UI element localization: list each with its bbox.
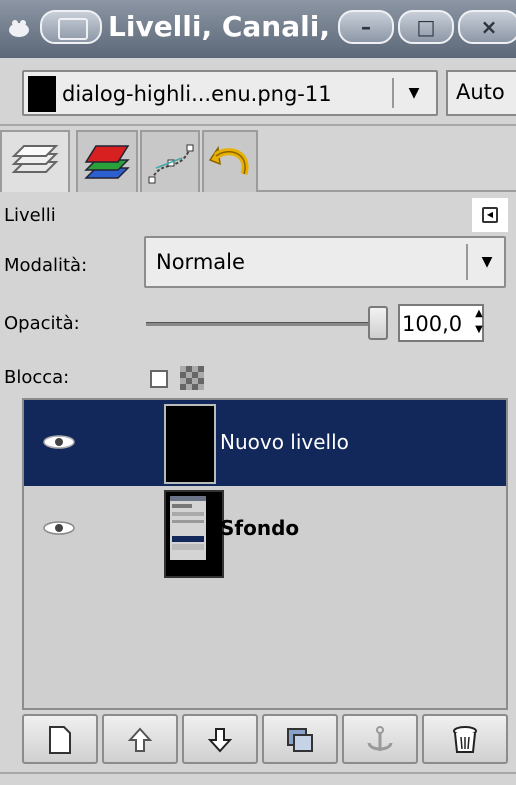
eye-icon[interactable] <box>42 434 76 450</box>
layer-name: Sfondo <box>220 516 300 540</box>
undo-history-icon <box>208 145 249 176</box>
mode-separator <box>466 244 468 280</box>
opacity-slider-track[interactable] <box>146 322 376 326</box>
arrow-up-icon <box>127 727 153 752</box>
layers-icon <box>11 145 59 173</box>
raise-layer-button[interactable] <box>102 714 178 764</box>
panel-title: Livelli <box>4 205 56 226</box>
layer-row[interactable]: Nuovo livello <box>24 400 506 486</box>
anchor-layer-button[interactable] <box>342 714 418 764</box>
channels-icon <box>84 145 130 179</box>
close-button[interactable]: × <box>458 10 516 44</box>
lower-layer-button[interactable] <box>182 714 258 764</box>
chevron-down-icon[interactable]: ▼ <box>398 78 430 108</box>
tab-channels[interactable] <box>76 130 138 192</box>
trash-icon <box>453 725 477 753</box>
opacity-slider-handle[interactable] <box>368 306 388 340</box>
image-selector-value: dialog-highli...enu.png-11 <box>62 82 332 106</box>
duplicate-icon <box>287 727 313 752</box>
window-titlebar: Livelli, Canali, T – □ × <box>0 0 516 58</box>
combo-separator <box>392 78 394 108</box>
lock-alpha-checkbox[interactable] <box>150 370 168 388</box>
window-title: Livelli, Canali, T <box>108 10 334 43</box>
divider <box>0 124 516 126</box>
arrow-down-icon <box>207 727 233 752</box>
panel-menu-button[interactable]: ◀ <box>472 198 508 232</box>
alpha-checker-icon <box>180 366 204 390</box>
spin-arrows-icon[interactable]: ▲ ▼ <box>474 306 484 340</box>
mode-label: Modalità: <box>4 255 88 276</box>
tab-layers[interactable] <box>0 130 70 192</box>
layer-thumbnail <box>164 490 224 578</box>
tab-undo[interactable] <box>202 130 258 192</box>
auto-button[interactable]: Auto <box>446 70 516 116</box>
duplicate-layer-button[interactable] <box>262 714 338 764</box>
tab-baseline <box>258 190 516 192</box>
tab-paths[interactable] <box>140 130 200 192</box>
image-swatch <box>28 76 56 112</box>
opacity-label: Opacità: <box>4 313 80 334</box>
paths-icon <box>148 144 194 184</box>
layer-row[interactable]: Sfondo <box>24 486 506 578</box>
layers-list[interactable]: Nuovo livello Sfondo <box>22 398 508 710</box>
opacity-value: 100,0 <box>402 312 463 336</box>
window-menu-button[interactable] <box>40 10 102 44</box>
anchor-icon <box>367 725 393 751</box>
delete-layer-button[interactable] <box>422 714 508 764</box>
layer-name: Nuovo livello <box>220 430 349 454</box>
chevron-down-icon[interactable]: ▼ <box>470 244 504 280</box>
app-icon[interactable] <box>8 18 30 38</box>
layer-thumbnail <box>164 404 216 484</box>
minimize-button[interactable]: – <box>338 10 394 44</box>
eye-icon[interactable] <box>42 520 76 536</box>
maximize-button[interactable]: □ <box>398 10 454 44</box>
new-layer-button[interactable] <box>22 714 98 764</box>
bottom-border <box>0 772 516 785</box>
tab-menu-icon: ◀ <box>482 207 498 223</box>
mode-value: Normale <box>156 250 245 274</box>
new-document-icon <box>49 725 71 754</box>
lock-label: Blocca: <box>4 367 70 388</box>
